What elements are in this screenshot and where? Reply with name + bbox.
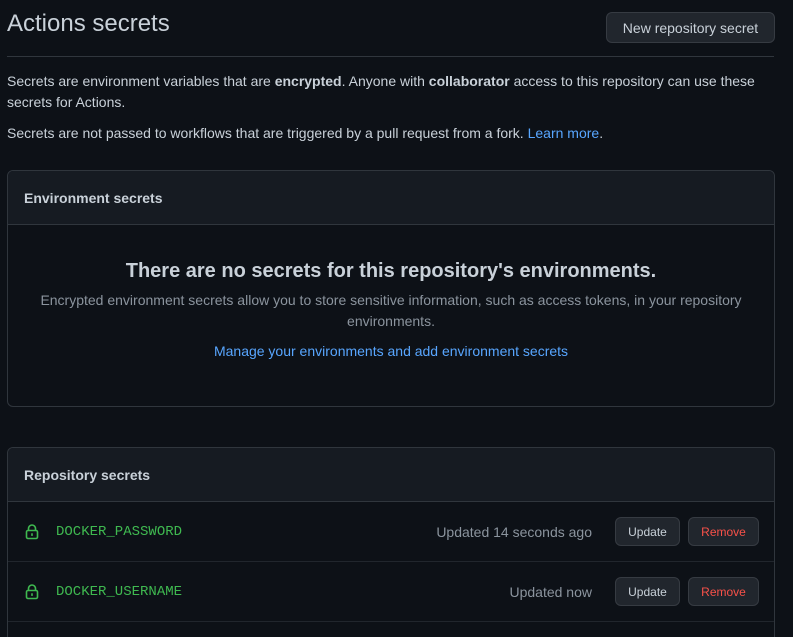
intro-bold-collaborator: collaborator (428, 73, 510, 89)
intro-paragraph: Secrets are environment variables that a… (7, 71, 777, 113)
learn-more-link[interactable]: Learn more (528, 125, 600, 141)
environment-secrets-box: Environment secrets There are no secrets… (7, 170, 775, 407)
blankslate-description: Encrypted environment secrets allow you … (40, 292, 742, 329)
environment-secrets-blankslate: There are no secrets for this repository… (8, 225, 774, 362)
remove-secret-button[interactable]: Remove (688, 517, 759, 546)
fork-note-end: . (599, 125, 604, 141)
secret-row: DOCKER_USERNAME Updated now Update Remov… (8, 562, 774, 622)
lock-icon (25, 584, 39, 600)
fork-note-text: Secrets are not passed to workflows that… (7, 125, 528, 141)
remove-secret-button[interactable]: Remove (688, 577, 759, 606)
fork-note-paragraph: Secrets are not passed to workflows that… (7, 123, 777, 144)
page-title: Actions secrets (7, 10, 170, 37)
page-header: Actions secrets New repository secret (7, 0, 775, 57)
secret-name: DOCKER_USERNAME (56, 583, 183, 600)
repository-secrets-heading: Repository secrets (8, 448, 774, 502)
secret-name: DOCKER_PASSWORD (56, 523, 183, 540)
intro-bold-encrypted: encrypted (274, 73, 342, 89)
secret-updated-time: Updated now (509, 583, 592, 600)
new-repository-secret-button[interactable]: New repository secret (606, 12, 775, 43)
manage-environments-link[interactable]: Manage your environments and add environ… (214, 341, 568, 362)
environment-secrets-heading: Environment secrets (8, 171, 774, 225)
lock-icon (25, 524, 39, 540)
secret-updated-time: Updated 14 seconds ago (436, 523, 592, 540)
blankslate-title: There are no secrets for this repository… (125, 260, 657, 282)
intro-text-2: . Anyone with (341, 73, 429, 89)
page: Actions secrets New repository secret Se… (0, 0, 793, 637)
update-secret-button[interactable]: Update (615, 517, 680, 546)
intro-text-1: Secrets are environment variables that a… (7, 73, 275, 89)
secret-row: DOCKER_PASSWORD Updated 14 seconds ago U… (8, 502, 774, 562)
update-secret-button[interactable]: Update (615, 577, 680, 606)
repository-secrets-box: Repository secrets DOCKER_PASSWORD Updat… (7, 447, 775, 637)
